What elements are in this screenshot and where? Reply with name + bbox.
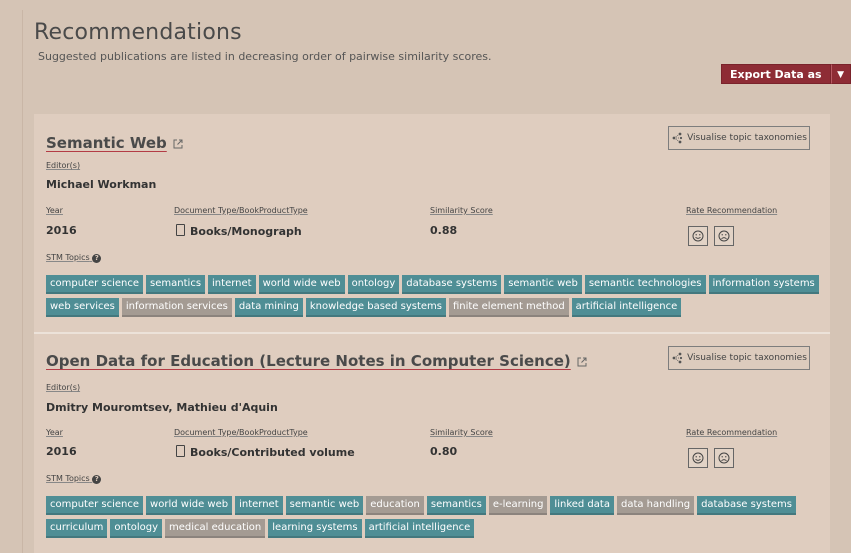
topic-tag[interactable]: semantic web: [285, 496, 364, 515]
topic-tag[interactable]: database systems: [697, 496, 796, 515]
similarity-value: 0.80: [430, 445, 458, 458]
similarity-value: 0.88: [430, 224, 458, 237]
frown-icon: [718, 230, 730, 242]
topic-tag[interactable]: semantic web: [504, 275, 582, 294]
recommendation-title: Semantic Web: [46, 134, 167, 152]
topic-tag[interactable]: knowledge based systems: [305, 298, 446, 317]
thumbs-down-button[interactable]: [714, 448, 734, 468]
topic-tag[interactable]: semantics: [146, 275, 206, 294]
external-link-icon: [577, 357, 587, 366]
year-value: 2016: [46, 224, 77, 237]
recommendation-card: Semantic Web Visualise topic taxonomies …: [34, 114, 830, 332]
topic-tag[interactable]: internet: [235, 496, 283, 515]
topic-tag[interactable]: curriculum: [46, 519, 108, 538]
topic-tag[interactable]: information services: [121, 298, 232, 317]
rate-label: Rate Recommendation: [686, 428, 778, 437]
stm-topics-label: STM Topics ?: [46, 474, 102, 484]
network-icon: [672, 132, 683, 144]
network-icon: [672, 352, 683, 364]
topic-tag[interactable]: education: [366, 496, 424, 515]
topic-tags: computer science semantics internet world w…: [46, 275, 826, 317]
page-subtitle: Suggested publications are listed in dec…: [38, 50, 492, 63]
year-label: Year: [46, 428, 63, 437]
topic-tag[interactable]: linked data: [550, 496, 614, 515]
help-icon[interactable]: ?: [92, 254, 102, 263]
rate-label: Rate Recommendation: [686, 206, 778, 215]
topic-tag[interactable]: world wide web: [146, 496, 233, 515]
help-icon[interactable]: ?: [92, 475, 102, 484]
topic-tag[interactable]: data mining: [234, 298, 303, 317]
export-control: Export Data as ▼: [721, 64, 851, 84]
book-icon: [176, 445, 185, 457]
topic-tag[interactable]: e-learning: [488, 496, 548, 515]
page-title: Recommendations: [34, 20, 242, 45]
visualise-taxonomy-button[interactable]: Visualise topic taxonomies: [668, 126, 810, 150]
topic-tag[interactable]: medical education: [165, 519, 266, 538]
editors-value: Michael Workman: [46, 178, 157, 191]
topic-tag[interactable]: artificial intelligence: [364, 519, 475, 538]
doc-type-label: Document Type/BookProductType: [174, 206, 308, 215]
topic-tag[interactable]: world wide web: [258, 275, 345, 294]
editors-label: Editor(s): [46, 383, 81, 392]
topic-tag[interactable]: ontology: [347, 275, 400, 294]
topic-tag[interactable]: computer science: [46, 496, 144, 515]
similarity-label: Similarity Score: [430, 428, 493, 437]
smile-icon: [692, 452, 704, 464]
topic-tag[interactable]: database systems: [402, 275, 502, 294]
topic-tag[interactable]: semantic technologies: [584, 275, 706, 294]
recommendation-title-link[interactable]: Semantic Web: [46, 134, 183, 152]
external-link-icon: [173, 139, 183, 148]
chevron-down-icon[interactable]: ▼: [830, 64, 851, 84]
doc-type-value: Books/Monograph: [176, 224, 302, 238]
similarity-label: Similarity Score: [430, 206, 493, 215]
topic-tag[interactable]: ontology: [110, 519, 163, 538]
year-value: 2016: [46, 445, 77, 458]
topic-tag[interactable]: artificial intelligence: [571, 298, 682, 317]
visualise-label: Visualise topic taxonomies: [687, 353, 807, 363]
book-icon: [176, 224, 185, 236]
frown-icon: [718, 452, 730, 464]
smile-icon: [692, 230, 704, 242]
stm-topics-label: STM Topics ?: [46, 253, 102, 263]
doc-type-value: Books/Contributed volume: [176, 445, 355, 459]
topic-tag[interactable]: semantics: [426, 496, 486, 515]
thumbs-up-button[interactable]: [688, 448, 708, 468]
topic-tag[interactable]: learning systems: [268, 519, 362, 538]
editors-label: Editor(s): [46, 161, 81, 170]
year-label: Year: [46, 206, 63, 215]
topic-tags: computer science world wide web internet se…: [46, 496, 826, 538]
doc-type-label: Document Type/BookProductType: [174, 428, 308, 437]
thumbs-up-button[interactable]: [688, 226, 708, 246]
visualise-label: Visualise topic taxonomies: [687, 133, 807, 143]
topic-tag[interactable]: information systems: [708, 275, 819, 294]
visualise-taxonomy-button[interactable]: Visualise topic taxonomies: [668, 346, 810, 370]
recommendation-card: Open Data for Education (Lecture Notes i…: [34, 334, 830, 553]
export-data-button[interactable]: Export Data as: [721, 64, 831, 84]
topic-tag[interactable]: internet: [208, 275, 256, 294]
topic-tag[interactable]: web services: [46, 298, 119, 317]
topic-tag[interactable]: computer science: [46, 275, 144, 294]
topic-tag[interactable]: finite element method: [448, 298, 569, 317]
editors-value: Dmitry Mouromtsev, Mathieu d'Aquin: [46, 401, 278, 414]
thumbs-down-button[interactable]: [714, 226, 734, 246]
topic-tag[interactable]: data handling: [616, 496, 695, 515]
recommendation-title: Open Data for Education (Lecture Notes i…: [46, 352, 571, 370]
recommendation-title-link[interactable]: Open Data for Education (Lecture Notes i…: [46, 352, 587, 370]
